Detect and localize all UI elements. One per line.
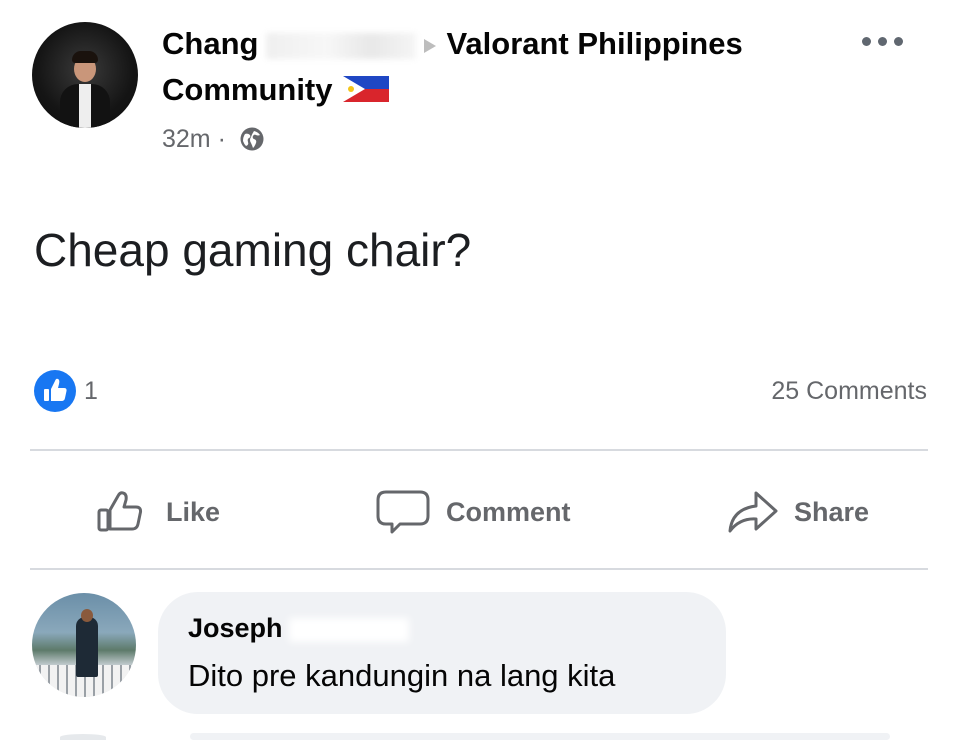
comment-button[interactable]: Comment [374, 484, 571, 540]
thumbs-up-icon [97, 491, 143, 532]
group-suffix[interactable]: Community [162, 72, 333, 107]
comment-label: Comment [446, 496, 571, 527]
comment-author[interactable]: Joseph [188, 613, 283, 643]
redacted-name [266, 32, 417, 59]
group-name[interactable]: Valorant Philippines [446, 26, 742, 61]
comment-text: Dito pre kandungin na lang kita [188, 658, 616, 693]
next-comment-avatar [60, 734, 106, 740]
share-button[interactable]: Share [724, 484, 869, 540]
globe-icon [240, 127, 264, 151]
divider-bottom [30, 568, 928, 570]
meta-separator: · [217, 125, 226, 153]
like-label: Like [166, 496, 221, 527]
post-text: Cheap gaming chair? [34, 224, 472, 276]
group-name-continued: Community [162, 70, 389, 110]
redacted-surname [288, 617, 409, 642]
share-arrow-icon [728, 491, 778, 533]
more-options-icon[interactable] [862, 28, 912, 54]
share-label: Share [794, 496, 870, 527]
comment-icon [376, 490, 430, 534]
like-button[interactable]: Like [96, 484, 220, 540]
philippines-flag-icon [342, 76, 389, 102]
arrow-right-icon [424, 38, 437, 53]
next-comment-bubble [190, 733, 890, 740]
author-name[interactable]: Chang [162, 26, 258, 61]
comments-count[interactable]: 25 Comments [771, 374, 927, 408]
post-header-title: Chang Valorant Philippines [162, 24, 743, 64]
divider-top [30, 449, 928, 451]
reaction-count[interactable]: 1 [84, 374, 98, 408]
comment-author-line: Joseph [188, 610, 409, 646]
author-avatar[interactable] [32, 22, 138, 128]
like-reaction-icon[interactable] [34, 370, 76, 412]
commenter-avatar[interactable] [32, 593, 136, 697]
post-meta: 32m · [162, 122, 265, 156]
post-timestamp[interactable]: 32m [162, 125, 211, 153]
